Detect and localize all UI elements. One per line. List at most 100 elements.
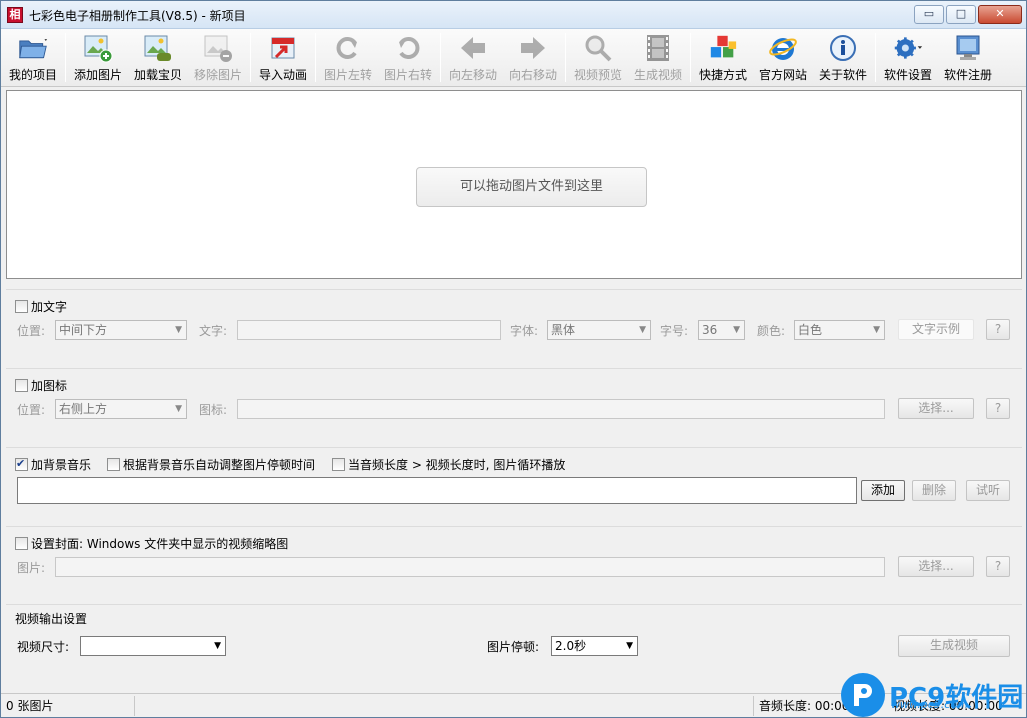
- image-pause-select[interactable]: 2.0秒 ▼: [551, 636, 638, 656]
- text-position-label: 位置:: [17, 324, 46, 338]
- cover-image-label: 图片:: [17, 561, 46, 575]
- load-baby-button[interactable]: 加载宝贝: [128, 29, 188, 86]
- official-site-button[interactable]: 官方网站: [753, 29, 813, 86]
- video-preview-button[interactable]: 视频预览: [568, 29, 628, 86]
- window-controls: ▭ □ ✕: [914, 5, 1022, 24]
- color-select[interactable]: 白色 ▼: [794, 320, 885, 340]
- toolbar-separator: [440, 33, 441, 82]
- cover-select-button[interactable]: 选择...: [898, 556, 974, 577]
- icon-select-button[interactable]: 选择...: [898, 398, 974, 419]
- dropdown-arrow-icon: ▼: [639, 325, 646, 335]
- audio-length: 音频长度: 00:00: [759, 699, 850, 713]
- cover-settings-group: 设置封面: Windows 文件夹中显示的视频缩略图 图片: 选择... ?: [6, 526, 1022, 594]
- my-project-button[interactable]: 我的项目: [3, 29, 63, 86]
- about-button[interactable]: 关于软件: [813, 29, 873, 86]
- icon-settings-group: 加图标 位置: 右侧上方 ▼ 图标: 选择... ?: [6, 368, 1022, 436]
- checkbox[interactable]: [332, 458, 345, 471]
- title-bar[interactable]: 相 七彩色电子相册制作工具(V8.5) - 新项目 ▭ □ ✕: [1, 1, 1026, 29]
- move-right-button[interactable]: 向右移动: [503, 29, 563, 86]
- toolbar-separator: [65, 33, 66, 82]
- dropdown-arrow-icon: ▼: [626, 641, 633, 651]
- remove-image-button[interactable]: 移除图片: [188, 29, 248, 86]
- cubes-icon: [708, 33, 738, 63]
- loop-checkbox[interactable]: 当音频长度 > 视频长度时, 图片循环播放: [332, 456, 565, 473]
- dropdown-arrow-icon: ▼: [733, 325, 740, 335]
- checkbox[interactable]: [15, 537, 28, 550]
- add-image-icon: [83, 33, 113, 63]
- shortcut-button[interactable]: 快捷方式: [693, 29, 753, 86]
- text-sample-button[interactable]: 文字示例: [898, 319, 974, 340]
- icon-help-button[interactable]: ?: [986, 398, 1010, 419]
- window-title: 七彩色电子相册制作工具(V8.5) - 新项目: [29, 9, 246, 23]
- arrow-left-icon: [458, 33, 488, 63]
- add-icon-checkbox[interactable]: 加图标: [15, 377, 67, 394]
- generate-video-toolbar-button[interactable]: 生成视频: [628, 29, 688, 86]
- image-drop-area[interactable]: 可以拖动图片文件到这里: [6, 90, 1022, 279]
- image-pause-label: 图片停顿:: [487, 640, 540, 654]
- text-position-select[interactable]: 中间下方 ▼: [55, 320, 187, 340]
- icon-position-select[interactable]: 右侧上方 ▼: [55, 399, 187, 419]
- ie-browser-icon: [768, 33, 798, 63]
- font-size-label: 字号:: [660, 324, 689, 338]
- pc9-logo-icon: [841, 673, 885, 717]
- delete-music-button[interactable]: 删除: [912, 480, 956, 501]
- checkbox[interactable]: [15, 379, 28, 392]
- font-label: 字体:: [510, 324, 539, 338]
- move-left-button[interactable]: 向左移动: [443, 29, 503, 86]
- bg-music-checkbox[interactable]: 加背景音乐: [15, 456, 91, 473]
- generate-video-button[interactable]: 生成视频: [898, 635, 1010, 657]
- folder-icon: [18, 33, 48, 63]
- auto-adjust-checkbox[interactable]: 根据背景音乐自动调整图片停顿时间: [107, 456, 315, 473]
- rotate-left-icon: [333, 33, 363, 63]
- video-size-select[interactable]: ▼: [80, 636, 226, 656]
- dropdown-arrow-icon: ▼: [175, 404, 182, 414]
- remove-image-icon: [203, 33, 233, 63]
- rotate-left-button[interactable]: 图片左转: [318, 29, 378, 86]
- checkbox[interactable]: [15, 300, 28, 313]
- import-animation-icon: [268, 33, 298, 63]
- icon-file-label: 图标:: [199, 403, 228, 417]
- text-help-button[interactable]: ?: [986, 319, 1010, 340]
- register-button[interactable]: 软件注册: [938, 29, 998, 86]
- rotate-right-button[interactable]: 图片右转: [378, 29, 438, 86]
- cover-checkbox[interactable]: 设置封面: Windows 文件夹中显示的视频缩略图: [15, 535, 288, 552]
- maximize-button[interactable]: □: [946, 5, 976, 24]
- image-count: 0 张图片: [6, 699, 54, 713]
- magnifier-icon: [583, 33, 613, 63]
- info-icon: [828, 33, 858, 63]
- cover-help-button[interactable]: ?: [986, 556, 1010, 577]
- minimize-button[interactable]: ▭: [914, 5, 944, 24]
- text-content-input[interactable]: [237, 320, 501, 340]
- font-size-select[interactable]: 36 ▼: [698, 320, 745, 340]
- arrow-right-icon: [518, 33, 548, 63]
- font-select[interactable]: 黑体 ▼: [547, 320, 651, 340]
- icon-position-label: 位置:: [17, 403, 46, 417]
- listen-music-button[interactable]: 试听: [966, 480, 1010, 501]
- output-settings-title: 视频输出设置: [15, 612, 88, 626]
- drop-hint: 可以拖动图片文件到这里: [416, 167, 647, 207]
- cover-image-input[interactable]: [55, 557, 885, 577]
- toolbar-separator: [690, 33, 691, 82]
- checkbox[interactable]: [107, 458, 120, 471]
- status-divider: [753, 696, 754, 716]
- checkbox-checked[interactable]: [15, 457, 28, 471]
- music-settings-group: 加背景音乐 根据背景音乐自动调整图片停顿时间 当音频长度 > 视频长度时, 图片…: [6, 447, 1022, 515]
- settings-button[interactable]: 软件设置: [878, 29, 938, 86]
- toolbar: 我的项目 添加图片 加载宝贝 移除图片 导入动画 图片左转 图片右转 向左移动 …: [1, 29, 1026, 87]
- icon-file-input[interactable]: [237, 399, 885, 419]
- add-music-button[interactable]: 添加: [861, 480, 905, 501]
- watermark-domain: www.pc9.com: [891, 698, 968, 711]
- import-animation-button[interactable]: 导入动画: [253, 29, 313, 86]
- toolbar-separator: [315, 33, 316, 82]
- video-size-label: 视频尺寸:: [17, 640, 70, 654]
- rotate-right-icon: [393, 33, 423, 63]
- status-divider: [134, 696, 135, 716]
- add-text-checkbox[interactable]: 加文字: [15, 298, 67, 315]
- output-settings-group: 视频输出设置 视频尺寸: ▼ 图片停顿: 2.0秒 ▼ 生成视频: [6, 604, 1022, 672]
- dropdown-arrow-icon: ▼: [175, 325, 182, 335]
- music-file-list[interactable]: [17, 477, 857, 504]
- add-image-button[interactable]: 添加图片: [68, 29, 128, 86]
- close-button[interactable]: ✕: [978, 5, 1022, 24]
- toolbar-separator: [565, 33, 566, 82]
- toolbar-separator: [250, 33, 251, 82]
